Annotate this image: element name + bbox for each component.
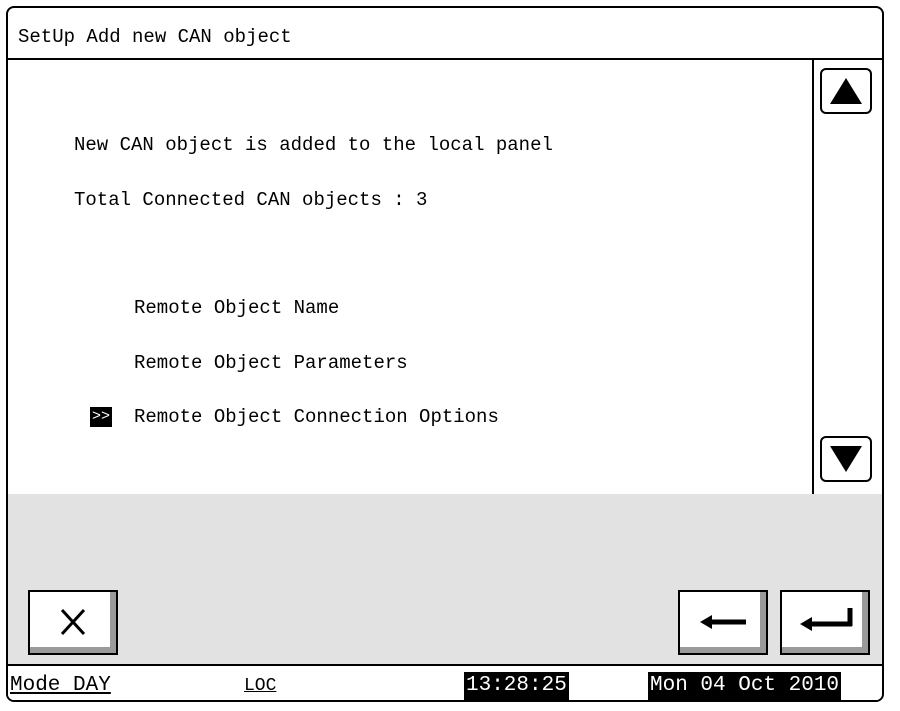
clock-time: 13:28:25 bbox=[464, 672, 569, 700]
mode-indicator: Mode DAY bbox=[10, 674, 111, 697]
content-area: New CAN object is added to the local pan… bbox=[8, 60, 814, 496]
scroll-down-button[interactable] bbox=[820, 436, 872, 482]
triangle-down-icon bbox=[830, 446, 862, 472]
clock-date: Mon 04 Oct 2010 bbox=[648, 672, 842, 700]
selection-cursor: >> bbox=[90, 407, 113, 427]
total-connected-label: Total Connected CAN objects : 3 bbox=[74, 189, 428, 211]
scroll-up-button[interactable] bbox=[820, 68, 872, 114]
title-bar: SetUp Add new CAN object bbox=[8, 8, 882, 60]
status-message: New CAN object is added to the local pan… bbox=[74, 134, 553, 156]
menu-item-remote-object-connection-options[interactable]: Remote Object Connection Options bbox=[134, 406, 499, 428]
window-title: SetUp Add new CAN object bbox=[18, 26, 292, 48]
back-button[interactable] bbox=[678, 590, 768, 655]
x-icon bbox=[60, 608, 86, 636]
status-bar: Mode DAY LOC 13:28:25 Mon 04 Oct 2010 bbox=[8, 664, 882, 700]
menu-item-remote-object-parameters[interactable]: Remote Object Parameters bbox=[134, 352, 408, 374]
triangle-up-icon bbox=[830, 78, 862, 104]
enter-button[interactable] bbox=[780, 590, 870, 655]
location-indicator: LOC bbox=[244, 676, 277, 696]
arrow-left-icon bbox=[700, 615, 746, 629]
cancel-button[interactable] bbox=[28, 590, 118, 655]
setup-panel: SetUp Add new CAN object New CAN object … bbox=[6, 6, 884, 702]
enter-return-icon bbox=[800, 608, 853, 631]
menu-item-remote-object-name[interactable]: Remote Object Name bbox=[134, 297, 339, 319]
button-area bbox=[8, 494, 882, 664]
